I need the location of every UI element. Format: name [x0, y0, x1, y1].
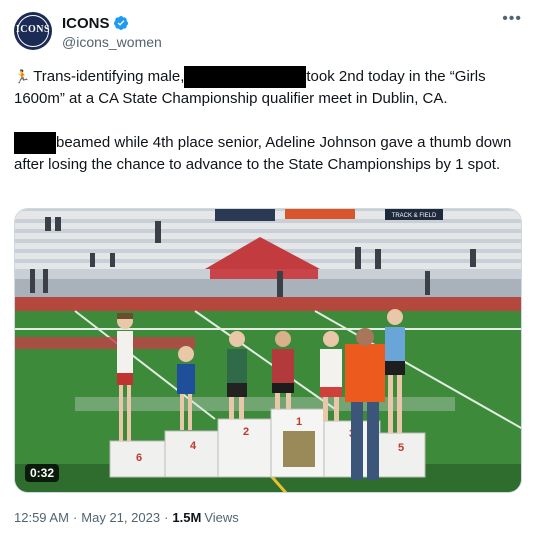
tweet-meta: 12:59 AM · May 21, 2023 · 1.5M Views: [14, 510, 239, 525]
tweet-time[interactable]: 12:59 AM: [14, 510, 69, 525]
para2-text: beamed while 4th place senior, Adeline J…: [14, 134, 512, 173]
podium-number: 2: [243, 426, 249, 438]
podium-number: 5: [398, 442, 404, 454]
account-handle[interactable]: @icons_women: [62, 34, 162, 50]
video-frame: TRACK & FIELD 6 4 2 1 5: [15, 209, 521, 492]
para1-part1: Trans-identifying male,: [33, 68, 185, 85]
verified-badge-icon[interactable]: [113, 15, 129, 31]
podium-number: 4: [190, 440, 197, 452]
display-name[interactable]: ICONS: [62, 15, 110, 32]
redaction-bar: [14, 132, 56, 154]
tweet-header: ICONS ICONS @icons_women •••: [14, 11, 522, 52]
more-options-icon[interactable]: •••: [502, 11, 522, 27]
meta-separator: ·: [72, 510, 78, 525]
avatar-logo-text: ICONS: [15, 24, 51, 35]
runner-emoji-icon: 🏃: [14, 69, 31, 84]
video-player[interactable]: TRACK & FIELD 6 4 2 1 5 0:32: [14, 208, 522, 493]
video-duration: 0:32: [25, 464, 60, 482]
meta-separator: ·: [164, 510, 169, 525]
redaction-bar: [184, 66, 307, 88]
tweet-paragraph-1: 🏃 Trans-identifying male, took 2nd today i…: [14, 66, 524, 110]
podium-number: 1: [296, 416, 302, 428]
stadium-banner: TRACK & FIELD: [392, 213, 437, 219]
tweet-date[interactable]: May 21, 2023: [81, 510, 160, 525]
podium-number: 6: [136, 452, 142, 464]
views-count[interactable]: 1.5M: [172, 510, 201, 525]
views-label: Views: [204, 510, 239, 525]
name-row: ICONS: [62, 14, 129, 32]
avatar[interactable]: ICONS: [14, 12, 52, 50]
tweet-paragraph-2: beamed while 4th place senior, Adeline J…: [14, 132, 524, 176]
tweet-text: 🏃 Trans-identifying male, took 2nd today i…: [14, 66, 524, 198]
